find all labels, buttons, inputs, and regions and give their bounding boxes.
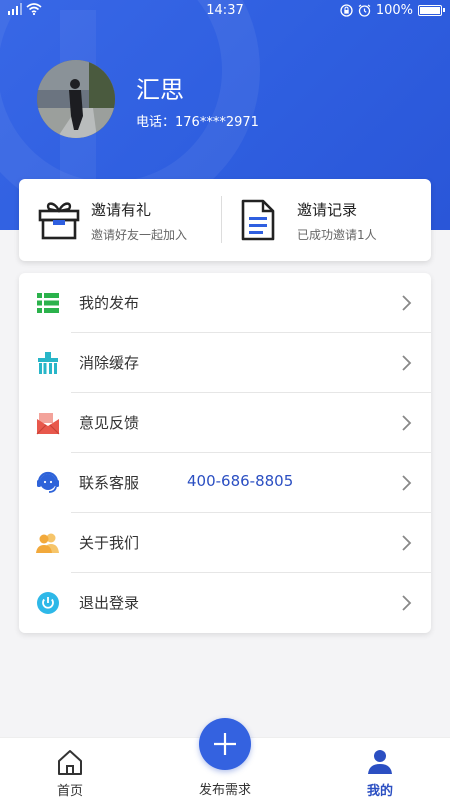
phone-number: 电话：176****2971 <box>136 115 259 130</box>
nav-mine-label: 我的 <box>366 784 393 799</box>
menu-item-label: 消除缓存 <box>79 354 140 372</box>
power-icon <box>37 592 59 614</box>
list-icon <box>37 293 59 313</box>
home-icon <box>58 750 82 775</box>
avatar[interactable] <box>37 60 115 138</box>
status-bar: 14:37 100% <box>0 0 450 22</box>
nav-home[interactable]: 首页 <box>20 738 120 800</box>
alarm-icon <box>358 4 371 17</box>
menu-item-label: 关于我们 <box>79 534 140 552</box>
menu-item-label: 我的发布 <box>79 294 140 312</box>
chevron-right-icon <box>402 295 412 311</box>
invite-gift-title: 邀请有礼 <box>91 201 152 219</box>
chevron-right-icon <box>402 535 412 551</box>
status-right: 100% <box>340 3 445 18</box>
invite-gift-subtitle: 邀请好友一起加入 <box>91 228 188 242</box>
gift-icon <box>38 202 80 240</box>
document-icon <box>241 199 275 241</box>
publish-fab-button[interactable] <box>199 718 251 770</box>
menu-item-about-us[interactable]: 关于我们 <box>19 513 431 573</box>
user-icon <box>368 750 392 774</box>
nav-publish-label[interactable]: 发布需求 <box>175 779 275 798</box>
nav-mine[interactable]: 我的 <box>330 738 430 800</box>
chevron-right-icon <box>402 595 412 611</box>
chevron-right-icon <box>402 475 412 491</box>
menu-item-label: 联系客服 <box>79 474 140 492</box>
invite-record-subtitle: 已成功邀请1人 <box>297 228 377 242</box>
avatar-photo <box>37 60 115 138</box>
battery-fill <box>420 7 440 14</box>
menu-card: 我的发布 消除缓存 意见反馈 联系客服 400-686-8805 关于我们 退出… <box>19 273 431 633</box>
invite-record-title: 邀请记录 <box>297 201 358 219</box>
plus-icon <box>214 733 236 755</box>
invite-divider <box>221 196 222 243</box>
customer-service-phone[interactable]: 400-686-8805 <box>187 472 293 490</box>
menu-item-label: 退出登录 <box>79 594 140 612</box>
invite-record-item[interactable]: 邀请记录 已成功邀请1人 <box>225 179 425 261</box>
menu-item-feedback[interactable]: 意见反馈 <box>19 393 431 453</box>
chevron-right-icon <box>402 415 412 431</box>
invite-card: 邀请有礼 邀请好友一起加入 邀请记录 已成功邀请1人 <box>19 179 431 261</box>
nav-home-label: 首页 <box>56 784 83 799</box>
battery-icon <box>418 5 445 16</box>
menu-item-label: 意见反馈 <box>79 414 140 432</box>
feedback-mail-icon <box>36 413 60 435</box>
headset-icon <box>37 471 59 493</box>
battery-text: 100% <box>375 3 413 18</box>
username: 汇思 <box>136 76 184 104</box>
menu-item-my-posts[interactable]: 我的发布 <box>19 273 431 333</box>
broom-icon <box>38 352 58 374</box>
invite-gift-item[interactable]: 邀请有礼 邀请好友一起加入 <box>19 179 219 261</box>
rotation-lock-icon <box>340 4 353 17</box>
menu-item-logout[interactable]: 退出登录 <box>19 573 431 633</box>
chevron-right-icon <box>402 355 412 371</box>
menu-item-clear-cache[interactable]: 消除缓存 <box>19 333 431 393</box>
users-icon <box>36 533 59 553</box>
menu-item-customer-service[interactable]: 联系客服 400-686-8805 <box>19 453 431 513</box>
